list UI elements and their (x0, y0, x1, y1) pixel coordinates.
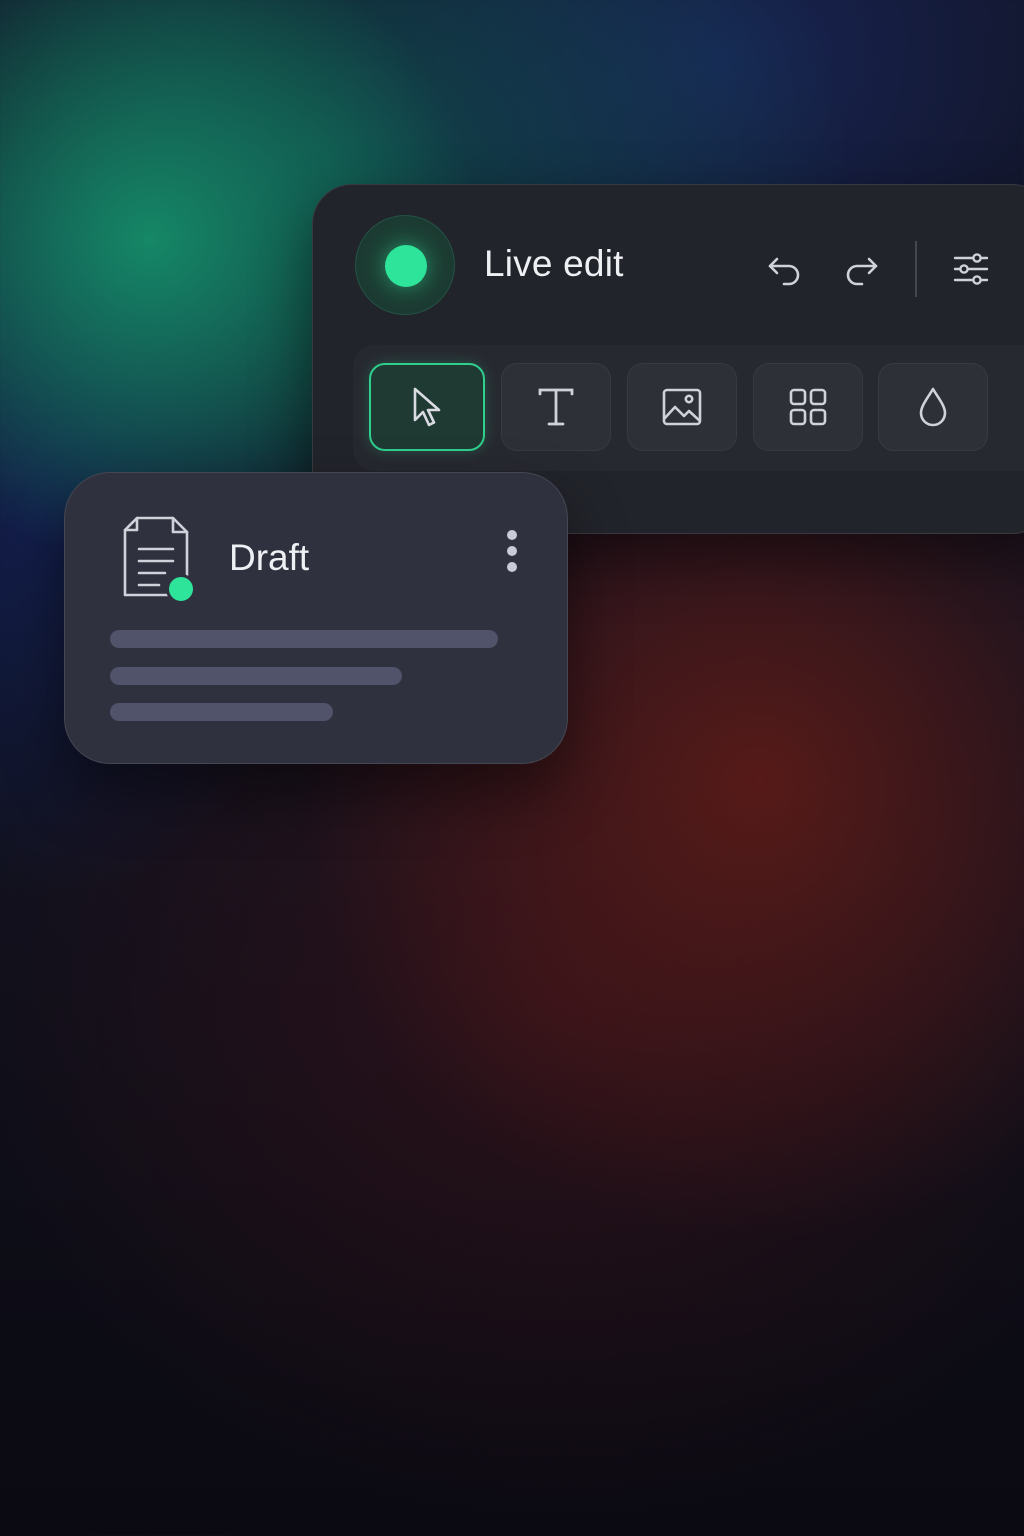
components-tool-button[interactable] (753, 363, 863, 451)
header-divider (915, 241, 917, 297)
settings-button[interactable] (949, 247, 993, 291)
live-status-dot (385, 245, 427, 287)
image-tool-button[interactable] (627, 363, 737, 451)
cursor-icon (413, 387, 441, 427)
placeholder-line (110, 703, 333, 721)
undo-button[interactable] (763, 247, 807, 291)
draft-status-dot (166, 574, 196, 604)
redo-button[interactable] (839, 247, 883, 291)
more-vertical-icon[interactable] (495, 523, 529, 579)
more-dot (507, 562, 517, 572)
placeholder-line (110, 630, 498, 648)
text-icon (538, 388, 574, 426)
draft-card[interactable]: Draft (64, 472, 568, 764)
more-dot (507, 546, 517, 556)
more-dot (507, 530, 517, 540)
image-icon (662, 388, 702, 426)
grid-icon (789, 388, 827, 426)
droplet-icon (919, 387, 947, 427)
draft-title: Draft (229, 537, 310, 578)
color-tool-button[interactable] (878, 363, 988, 451)
live-status-indicator (355, 215, 455, 315)
redo-icon (846, 257, 878, 286)
panel-title: Live edit (484, 243, 624, 284)
undo-icon (768, 257, 800, 286)
placeholder-line (110, 667, 402, 685)
tool-toolbar (353, 345, 1024, 471)
text-tool-button[interactable] (501, 363, 611, 451)
sliders-icon (953, 253, 989, 285)
select-tool-button[interactable] (369, 363, 485, 451)
